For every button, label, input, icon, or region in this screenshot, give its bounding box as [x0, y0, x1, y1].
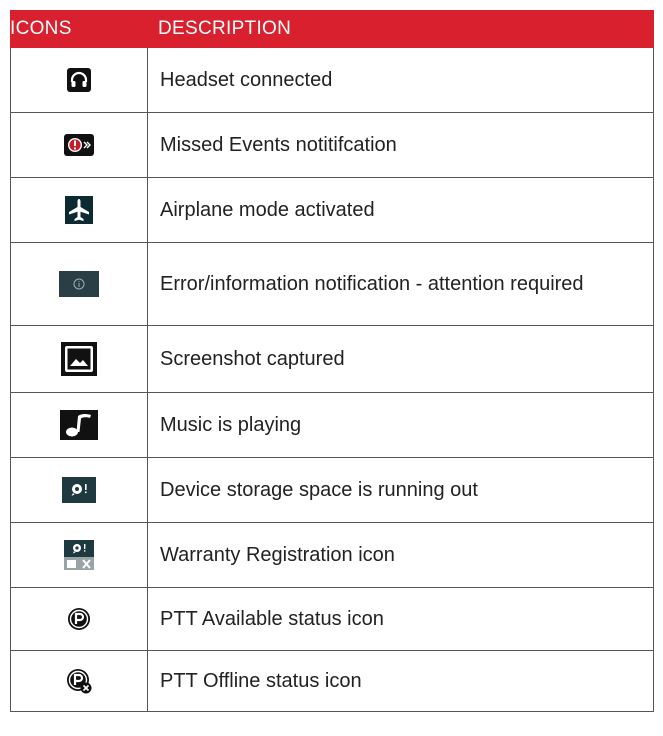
table-row: Music is playing [11, 393, 653, 458]
table-row: PTT Offline status icon [11, 651, 653, 712]
ptt-offline-icon [67, 669, 92, 694]
table-body: Headset connected Missed Events notitifc… [10, 48, 654, 712]
icon-cell [11, 458, 148, 522]
icon-cell [11, 48, 148, 112]
table-row: Headset connected [11, 48, 653, 113]
table-row: Warranty Registration icon [11, 523, 653, 588]
table-row: Missed Events notitifcation [11, 113, 653, 178]
headset-icon [67, 68, 91, 92]
row-description: PTT Available status icon [160, 608, 384, 630]
icon-cell [11, 113, 148, 177]
missed-events-icon [64, 134, 94, 156]
row-description: Device storage space is running out [160, 479, 478, 501]
icon-cell [11, 178, 148, 242]
table-row: Device storage space is running out [11, 458, 653, 523]
header-icons: ICONS [10, 18, 72, 39]
row-description: Error/information notification - attenti… [160, 273, 584, 295]
table-row: Screenshot captured [11, 326, 653, 393]
row-description: Airplane mode activated [160, 199, 375, 221]
row-description: PTT Offline status icon [160, 670, 362, 692]
row-description: Screenshot captured [160, 348, 345, 370]
warranty-registration-icon [64, 540, 94, 570]
music-icon [60, 410, 98, 440]
icon-cell [11, 523, 148, 587]
icon-cell [11, 326, 148, 392]
table-row: Airplane mode activated [11, 178, 653, 243]
ptt-available-icon [68, 608, 90, 630]
row-description: Warranty Registration icon [160, 544, 395, 566]
airplane-icon [65, 196, 93, 224]
icon-cell [11, 651, 148, 711]
table-row: PTT Available status icon [11, 588, 653, 651]
header-description: DESCRIPTION [158, 18, 292, 39]
icons-table: ICONS DESCRIPTION Headset connected Miss… [10, 10, 654, 712]
row-description: Headset connected [160, 69, 333, 91]
table-row: Error/information notification - attenti… [11, 243, 653, 326]
icon-cell [11, 243, 148, 325]
icon-cell [11, 588, 148, 650]
storage-warning-icon [62, 477, 96, 503]
row-description: Music is playing [160, 414, 302, 436]
row-description: Missed Events notitifcation [160, 134, 397, 156]
table-header: ICONS DESCRIPTION [10, 10, 654, 48]
icon-cell [11, 393, 148, 457]
screenshot-icon [61, 342, 97, 376]
info-icon [59, 271, 99, 297]
